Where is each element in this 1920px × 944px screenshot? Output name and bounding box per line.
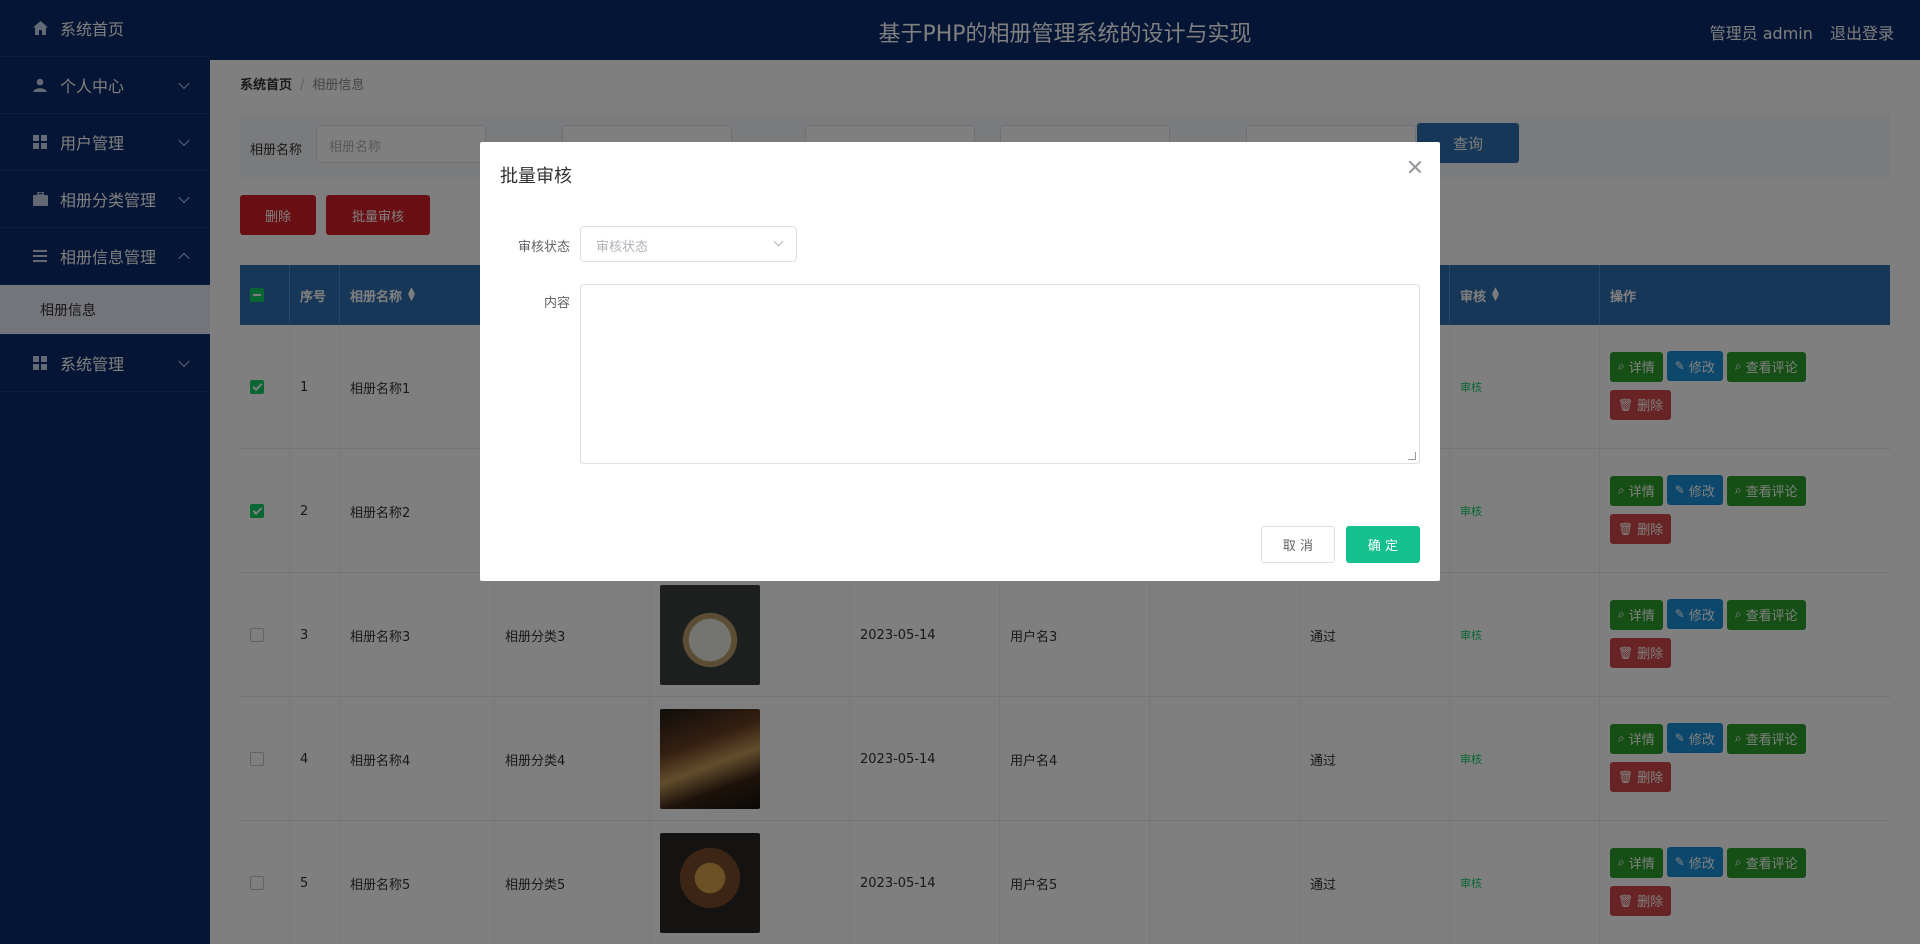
- cancel-button[interactable]: 取 消: [1261, 526, 1335, 563]
- close-icon[interactable]: [1408, 160, 1422, 174]
- audit-status-select[interactable]: 审核状态: [580, 226, 797, 262]
- confirm-button[interactable]: 确 定: [1346, 526, 1420, 563]
- audit-status-label: 审核状态: [517, 240, 570, 255]
- content-label: 内容: [543, 296, 570, 311]
- resize-handle-icon[interactable]: [1408, 452, 1416, 460]
- chevron-down-icon: [773, 236, 784, 247]
- batch-audit-dialog: 批量审核 审核状态 审核状态 内容 取 消 确 定: [480, 142, 1440, 581]
- dialog-title: 批量审核: [500, 166, 572, 187]
- audit-status-placeholder: 审核状态: [596, 240, 649, 255]
- content-textarea[interactable]: [580, 284, 1420, 464]
